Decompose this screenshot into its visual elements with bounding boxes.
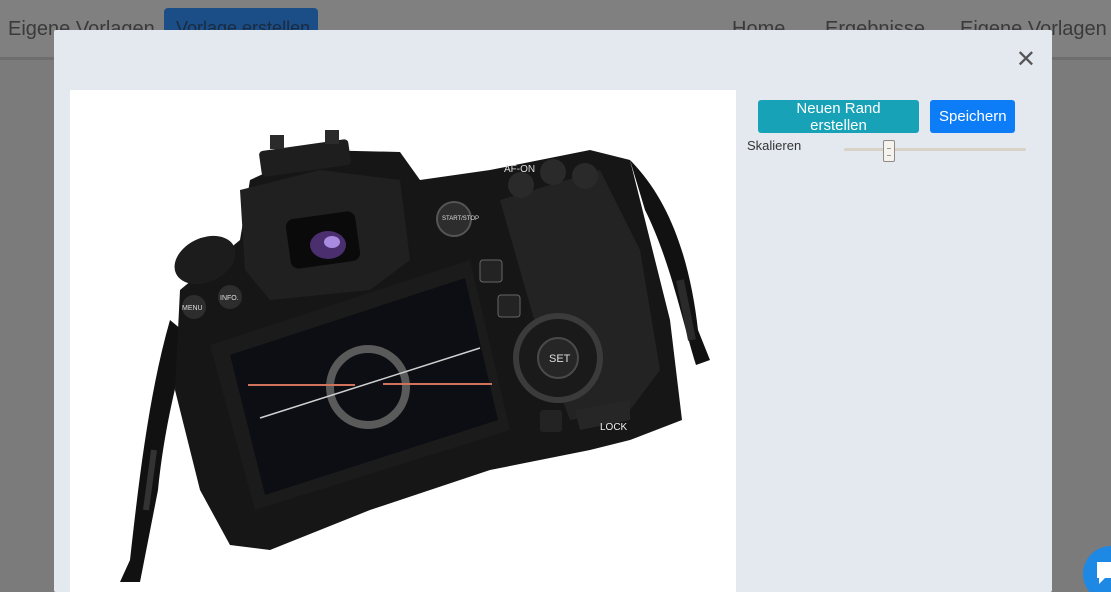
close-icon[interactable]: ✕ — [1016, 48, 1036, 72]
slider-thumb[interactable] — [883, 140, 895, 162]
scale-slider[interactable] — [844, 140, 1026, 162]
label-af-on: AF-ON — [504, 164, 535, 175]
slider-track — [844, 148, 1026, 151]
label-menu: MENU — [182, 305, 203, 312]
chat-icon — [1097, 562, 1111, 584]
save-button[interactable]: Speichern — [930, 100, 1015, 133]
chat-button[interactable] — [1083, 546, 1111, 592]
image-canvas[interactable]: AF-ON START/STOP MENU INFO. SET LOCK — [70, 90, 736, 592]
label-info: INFO. — [220, 295, 239, 302]
camera-image: AF-ON START/STOP MENU INFO. SET LOCK — [120, 130, 710, 582]
scale-label: Skalieren — [747, 138, 802, 153]
new-border-button[interactable]: Neuen Rand erstellen — [758, 100, 919, 134]
label-lock: LOCK — [600, 422, 628, 433]
label-set: SET — [549, 353, 571, 365]
label-start-stop: START/STOP — [442, 216, 479, 222]
edit-modal: ✕ AF-ON START/STOP MENU INFO. SET LOCK N… — [54, 30, 1052, 592]
